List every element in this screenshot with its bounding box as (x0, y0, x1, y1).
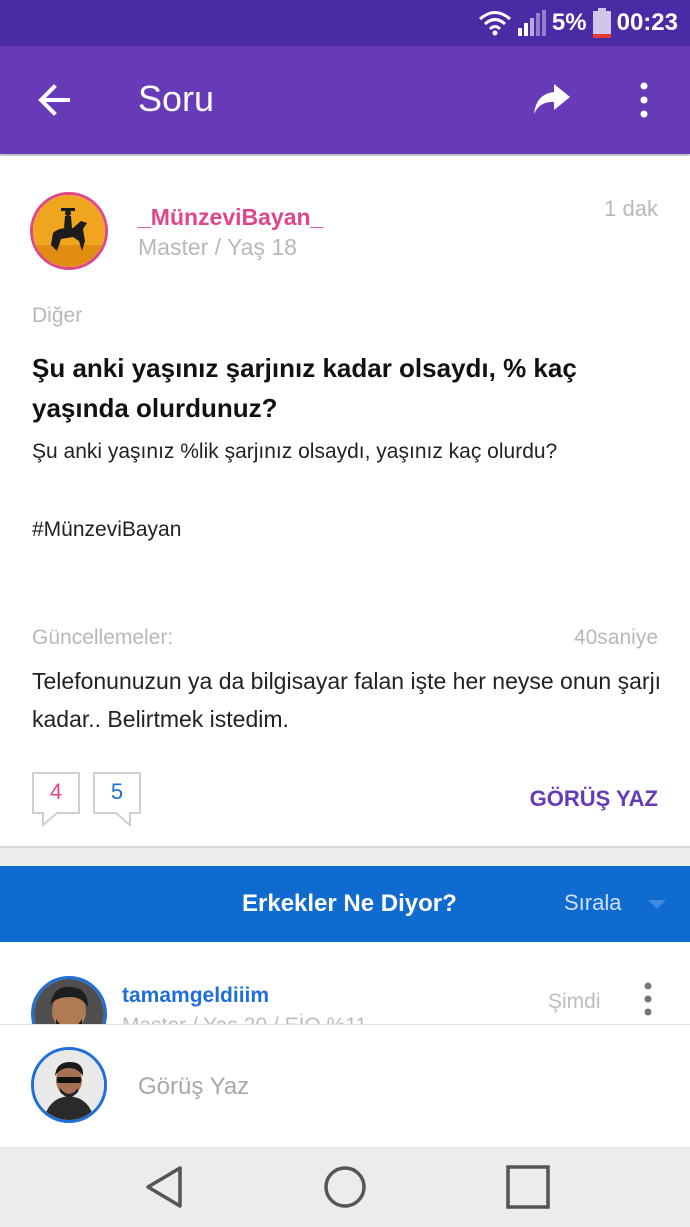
female-opinion-count: 4 (49, 779, 63, 804)
question-category[interactable]: Diğer (32, 304, 82, 328)
share-icon[interactable] (532, 82, 572, 118)
opinion-input[interactable]: Görüş Yaz (138, 1073, 249, 1101)
question-title: Şu anki yaşınız şarjınız kadar olsaydı, … (32, 353, 577, 423)
author-meta: Master / Yaş 18 (138, 234, 297, 260)
status-bar-right: 5% 00:23 (478, 8, 678, 38)
answer-author-avatar[interactable] (31, 976, 107, 1024)
chevron-down-icon[interactable] (648, 900, 666, 909)
answer-time: Şimdi (548, 990, 601, 1013)
updates-text: Telefonunuzun ya da bilgisayar falan işt… (32, 668, 662, 732)
current-user-avatar (31, 1047, 107, 1123)
author-avatar[interactable] (30, 192, 108, 270)
answer-author-name[interactable]: tamamgeldiiim (122, 984, 269, 1008)
status-time: 00:23 (616, 9, 678, 36)
nav-back-icon[interactable] (144, 1165, 184, 1209)
page-title: Soru (138, 78, 215, 119)
question-card: _MünzeviBayan_ Master / Yaş 18 1 dak Diğ… (0, 156, 690, 848)
back-arrow-icon[interactable] (36, 82, 72, 118)
section-title: Erkekler Ne Diyor? (242, 890, 457, 917)
male-opinion-count: 5 (110, 779, 124, 804)
profile-photo-image (34, 1050, 104, 1120)
battery-icon (592, 8, 611, 38)
updates-time: 40saniye (573, 626, 658, 649)
more-vert-icon[interactable] (636, 82, 652, 118)
section-header: Erkekler Ne Diyor? Sırala (0, 866, 690, 942)
question-body: Şu anki yaşınız %lik şarjınız olsaydı, y… (32, 440, 558, 463)
system-nav-bar (0, 1147, 690, 1227)
profile-photo-image (34, 979, 104, 1024)
battery-percent: 5% (551, 9, 587, 36)
male-opinion-count-bubble[interactable]: 5 (92, 771, 142, 829)
signal-icon (517, 10, 546, 36)
question-hashtag[interactable]: #MünzeviBayan (32, 518, 181, 542)
updates-label: Güncellemeler: (32, 626, 174, 649)
question-time: 1 dak (604, 196, 658, 221)
more-vert-icon[interactable] (642, 982, 654, 1016)
app-bar: Soru (0, 46, 690, 154)
write-opinion-button[interactable]: GÖRÜŞ YAZ (530, 786, 658, 812)
sort-dropdown[interactable]: Sırala (564, 890, 621, 916)
answer-item: tamamgeldiiim Master / Yaş 20 / EİO %11 … (0, 942, 690, 1024)
female-opinion-count-bubble[interactable]: 4 (31, 771, 81, 829)
status-bar: 5% 00:23 (0, 0, 690, 46)
nav-recents-icon[interactable] (506, 1165, 550, 1209)
answer-author-meta: Master / Yaş 20 / EİO %11 (122, 1014, 367, 1024)
author-name[interactable]: _MünzeviBayan_ (138, 204, 323, 231)
horse-rider-image (33, 195, 105, 267)
wifi-icon (478, 11, 511, 36)
opinion-composer: Görüş Yaz (0, 1024, 690, 1148)
nav-home-icon[interactable] (323, 1165, 367, 1209)
